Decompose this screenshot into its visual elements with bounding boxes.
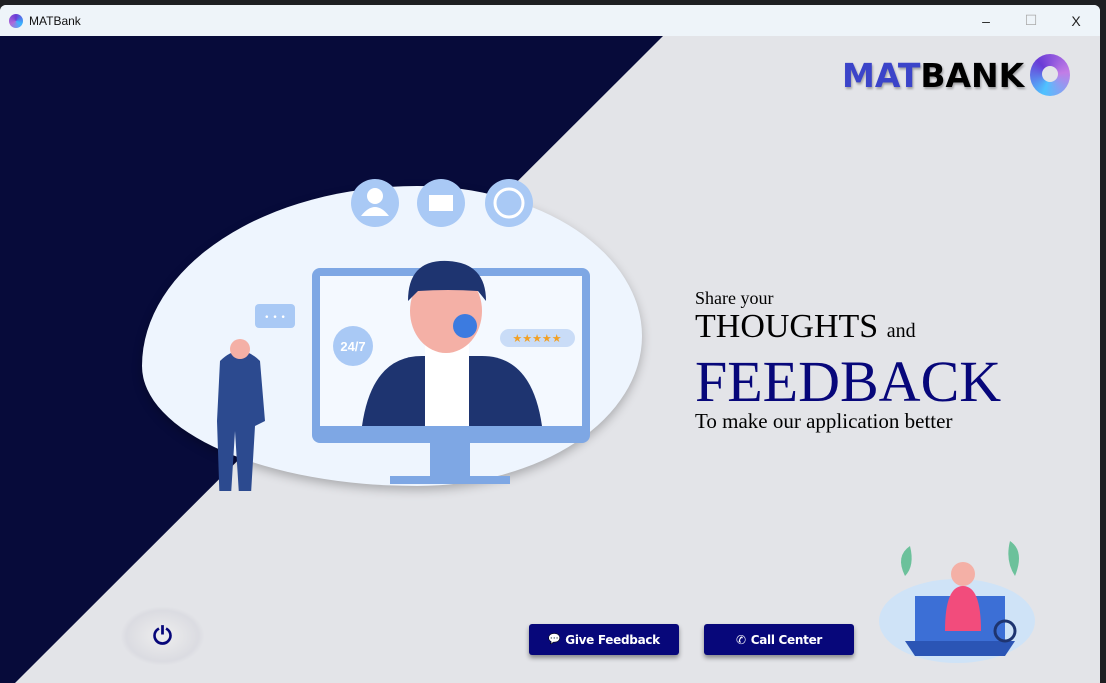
hero-thoughts: THOUGHTS and bbox=[695, 308, 916, 346]
logo-text-bank: BANK bbox=[920, 55, 1025, 95]
and-text: and bbox=[886, 320, 916, 342]
power-icon: ⏻ bbox=[153, 622, 172, 650]
hero-feedback: FEEDBACK bbox=[695, 349, 1002, 414]
phone-icon bbox=[485, 179, 533, 227]
main-content: MAT BANK 24/7 ★★★★★ • • • Share your THO… bbox=[0, 36, 1100, 683]
thoughts-text: THOUGHTS bbox=[695, 308, 879, 345]
24-7-badge: 24/7 bbox=[340, 339, 365, 354]
call-center-label: Call Center bbox=[750, 632, 823, 647]
close-button[interactable]: X bbox=[1053, 5, 1099, 36]
minimize-button[interactable]: – bbox=[963, 5, 1009, 36]
feedback-illustration bbox=[879, 541, 1035, 663]
comment-icon: 💬 bbox=[548, 634, 561, 645]
maximize-button[interactable]: ☐ bbox=[1008, 5, 1054, 36]
give-feedback-button[interactable]: 💬 Give Feedback bbox=[529, 624, 679, 655]
chat-bubble: • • • bbox=[264, 313, 286, 323]
matbank-logo: MAT BANK bbox=[842, 54, 1071, 96]
call-center-button[interactable]: ✆ Call Center bbox=[704, 624, 854, 655]
logo-text-mat: MAT bbox=[842, 55, 921, 95]
star-rating: ★★★★★ bbox=[512, 332, 561, 345]
businessman bbox=[217, 351, 265, 491]
hero-line-4: To make our application better bbox=[695, 409, 953, 433]
give-feedback-label: Give Feedback bbox=[565, 632, 660, 647]
title-bar: MATBank – ☐ X bbox=[0, 5, 1100, 36]
window-title: MATBank bbox=[29, 13, 81, 28]
power-button[interactable]: ⏻ bbox=[120, 606, 205, 666]
support-illustration-art: 24/7 ★★★★★ • • • bbox=[217, 179, 590, 491]
app-window: MATBank – ☐ X MAT BANK 24/7 ★★★★★ • • • … bbox=[0, 5, 1100, 683]
logo-swirl-icon bbox=[1030, 54, 1071, 96]
hero-line-1: Share your bbox=[695, 288, 774, 308]
phone-icon: ✆ bbox=[735, 632, 746, 647]
app-icon bbox=[9, 13, 23, 28]
